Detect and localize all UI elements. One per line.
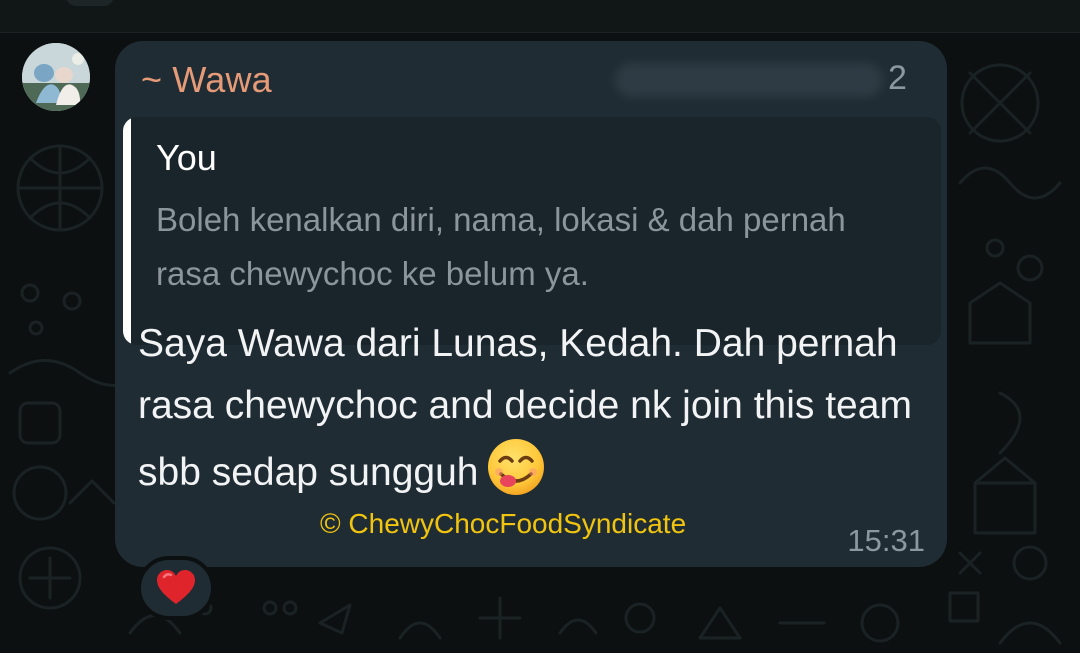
- sender-phone-suffix: 2: [888, 59, 907, 97]
- incoming-message-bubble[interactable]: ~ Wawa 2 You Boleh kenalkan diri, nama, …: [115, 41, 947, 567]
- message-body: Saya Wawa dari Lunas, Kedah. Dah pernah …: [138, 313, 928, 504]
- chat-screen: ~ Wawa 2 You Boleh kenalkan diri, nama, …: [0, 0, 1080, 653]
- quoted-message[interactable]: You Boleh kenalkan diri, nama, lokasi & …: [123, 117, 941, 345]
- quote-accent-bar: [123, 117, 131, 345]
- smiling-face-savoring-food-icon: [486, 437, 546, 497]
- reaction-badge[interactable]: [137, 556, 215, 620]
- sender-name[interactable]: ~ Wawa: [141, 59, 272, 101]
- red-heart-icon: [157, 570, 195, 604]
- sender-phone-redacted: [615, 63, 883, 97]
- quoted-author: You: [156, 137, 217, 178]
- avatar-photo: [22, 43, 90, 111]
- quoted-text: Boleh kenalkan diri, nama, lokasi & dah …: [156, 201, 846, 292]
- sender-avatar[interactable]: [22, 43, 90, 111]
- message-timestamp: 15:31: [847, 523, 925, 558]
- chat-top-bar: [0, 0, 1080, 33]
- top-bar-handle: [66, 0, 114, 6]
- watermark-text: © ChewyChocFoodSyndicate: [320, 508, 687, 539]
